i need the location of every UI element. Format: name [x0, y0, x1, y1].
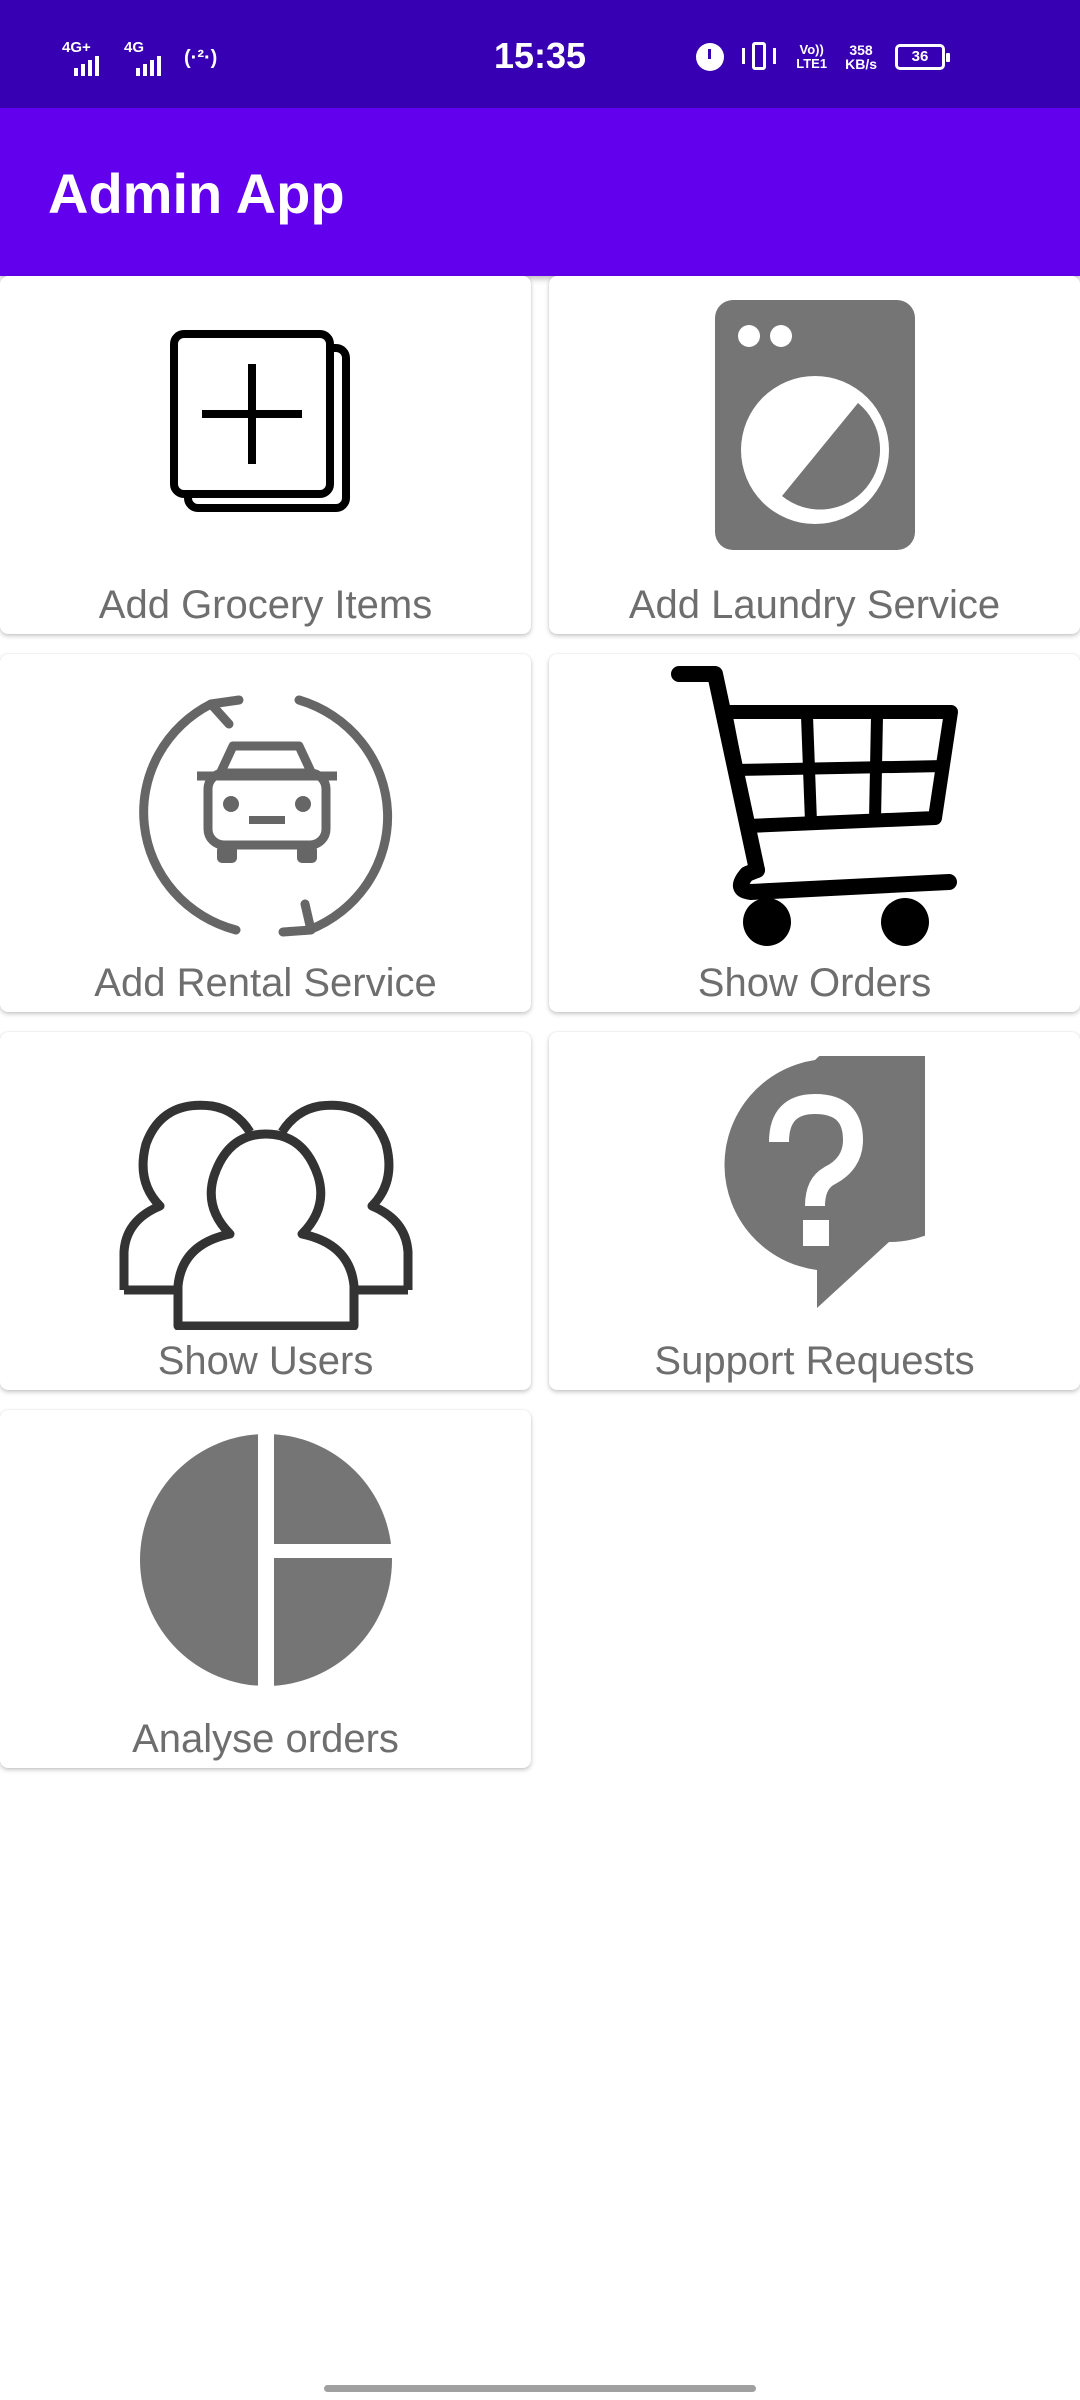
show-users-label: Show Users [157, 1339, 374, 1383]
support-requests-card[interactable]: Support Requests [549, 1032, 1080, 1390]
washing-machine-icon [714, 300, 915, 550]
add-grocery-items-card[interactable]: Add Grocery Items [0, 276, 531, 634]
shopping-cart-icon [670, 666, 958, 946]
add-rental-service-card[interactable]: Add Rental Service [0, 654, 531, 1012]
car-rental-icon [138, 695, 392, 937]
battery-level: 36 [911, 48, 929, 65]
app-title: Admin App [48, 162, 345, 225]
vibrate-icon [742, 42, 778, 72]
show-users-card[interactable]: Show Users [0, 1032, 531, 1390]
pie-chart-icon [139, 1432, 393, 1688]
add-laundry-service-card[interactable]: Add Laundry Service [549, 276, 1080, 634]
network-speed-value: 358 [849, 42, 873, 58]
show-orders-label: Show Orders [697, 961, 932, 1005]
volte-indicator: Vo)) LTE1 [796, 43, 827, 71]
battery-icon: 36 [895, 44, 950, 70]
status-bar: 4G+ 4G (·²·) 15:35 Vo)) LTE1 358 KB/s 36 [0, 0, 1080, 108]
add-grocery-items-label: Add Grocery Items [98, 583, 433, 627]
support-requests-label: Support Requests [654, 1339, 975, 1383]
alarm-icon [696, 43, 725, 71]
network-speed-unit: KB/s [845, 56, 877, 72]
status-right-icons: Vo)) LTE1 358 KB/s 36 [696, 42, 950, 72]
add-box-icon [169, 330, 350, 512]
network-speed: 358 KB/s [845, 43, 877, 71]
gesture-nav-handle[interactable] [324, 2385, 756, 2392]
analyse-orders-card[interactable]: Analyse orders [0, 1410, 531, 1768]
users-group-icon [119, 1100, 412, 1330]
add-rental-service-label: Add Rental Service [94, 961, 437, 1005]
show-orders-card[interactable]: Show Orders [549, 654, 1080, 1012]
app-bar: Admin App [0, 108, 1080, 276]
volte-bottom-text: LTE1 [796, 56, 828, 71]
add-laundry-service-label: Add Laundry Service [628, 583, 1001, 627]
volte-top-text: Vo)) [799, 42, 824, 57]
analyse-orders-label: Analyse orders [132, 1717, 399, 1761]
help-bubble-icon [723, 1056, 925, 1308]
